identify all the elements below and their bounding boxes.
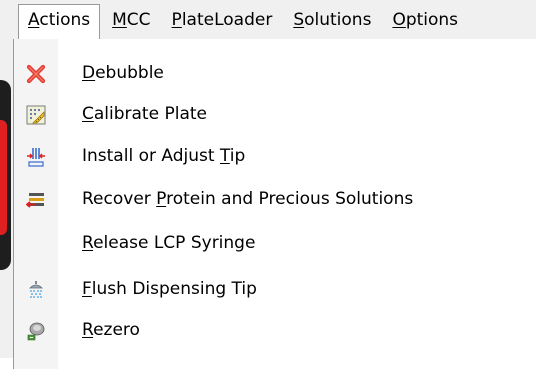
menu-item-label: Release LCP Syringe — [82, 233, 256, 253]
menu-item-calibrate-plate[interactable]: Calibrate Plate — [14, 94, 536, 134]
menu-item-debubble[interactable]: Debubble — [14, 53, 536, 93]
menu-mcc[interactable]: MCC — [103, 4, 159, 36]
menu-bar: Actions MCC PlateLoader Solutions Option… — [0, 0, 536, 41]
menu-solutions[interactable]: Solutions — [284, 4, 380, 36]
rezero-icon — [26, 321, 46, 341]
recover-icon — [26, 190, 46, 210]
menu-plateloader[interactable]: PlateLoader — [163, 4, 282, 36]
menu-item-release-lcp-syringe[interactable]: Release LCP Syringe — [14, 223, 536, 263]
shower-icon — [26, 280, 46, 300]
red-x-icon — [26, 64, 46, 84]
actions-dropdown: Debubble Calibrate Plate Install or Adju… — [13, 39, 536, 369]
menu-item-label: Rezero — [82, 320, 140, 340]
menu-item-recover-protein[interactable]: Recover Protein and Precious Solutions — [14, 179, 536, 219]
menu-item-flush-dispensing-tip[interactable]: Flush Dispensing Tip — [14, 269, 536, 309]
menu-item-rezero[interactable]: Rezero — [14, 310, 536, 350]
menu-item-label: Recover Protein and Precious Solutions — [82, 189, 414, 209]
menu-options[interactable]: Options — [383, 4, 467, 36]
menu-item-label: Calibrate Plate — [82, 104, 207, 124]
background-red-shape — [0, 120, 7, 235]
menu-item-install-adjust-tip[interactable]: Install or Adjust Tip — [14, 136, 536, 176]
menu-item-label: Install or Adjust Tip — [82, 146, 246, 166]
ruler-grid-icon — [26, 105, 46, 125]
menu-actions[interactable]: Actions — [18, 4, 101, 40]
tip-adjust-icon — [26, 147, 46, 167]
menu-item-label: Debubble — [82, 63, 164, 83]
menu-item-label: Flush Dispensing Tip — [82, 279, 257, 299]
